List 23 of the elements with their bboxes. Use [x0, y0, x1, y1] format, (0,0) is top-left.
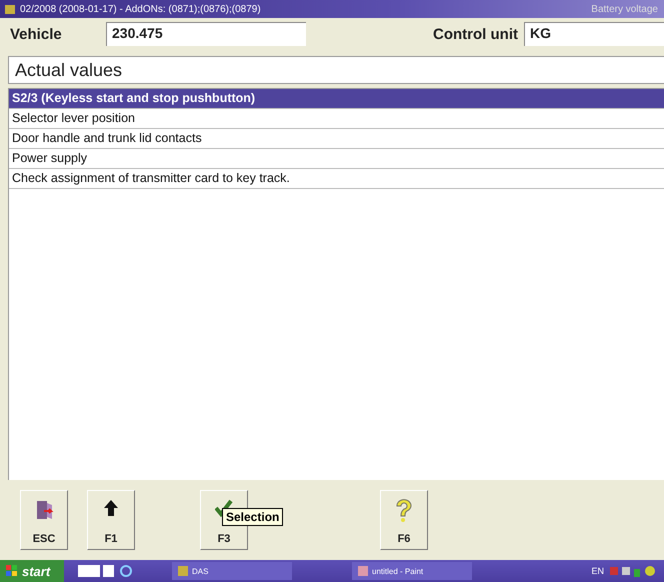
status-text: Battery voltage — [591, 4, 658, 14]
list-item[interactable]: S2/3 (Keyless start and stop pushbutton) — [9, 89, 664, 109]
windows-logo-icon — [6, 565, 18, 577]
start-button[interactable]: start — [0, 560, 64, 582]
control-unit-label: Control unit — [433, 26, 518, 42]
function-key-button[interactable]: F6 — [380, 490, 428, 550]
door-icon — [34, 499, 54, 521]
function-key-button[interactable]: F1 — [87, 490, 135, 550]
section-title: Actual values — [8, 56, 664, 84]
vehicle-field[interactable]: 230.475 — [106, 22, 306, 46]
language-indicator[interactable]: EN — [591, 566, 604, 576]
vehicle-label: Vehicle — [10, 26, 63, 42]
taskbar-button[interactable]: untitled - Paint — [352, 562, 472, 580]
taskbar-button[interactable]: DAS — [172, 562, 292, 580]
window-title: 02/2008 (2008-01-17) - AddONs: (0871);(0876);(0879) — [20, 4, 261, 14]
app-icon — [358, 566, 368, 576]
up-arrow-icon — [103, 499, 119, 517]
app-icon — [178, 566, 188, 576]
app-icon — [4, 3, 16, 15]
function-key-button[interactable]: ESC — [20, 490, 68, 550]
browser-icon[interactable] — [120, 565, 132, 577]
tooltip: Selection — [222, 508, 284, 526]
control-unit-field[interactable]: KG — [524, 22, 664, 46]
